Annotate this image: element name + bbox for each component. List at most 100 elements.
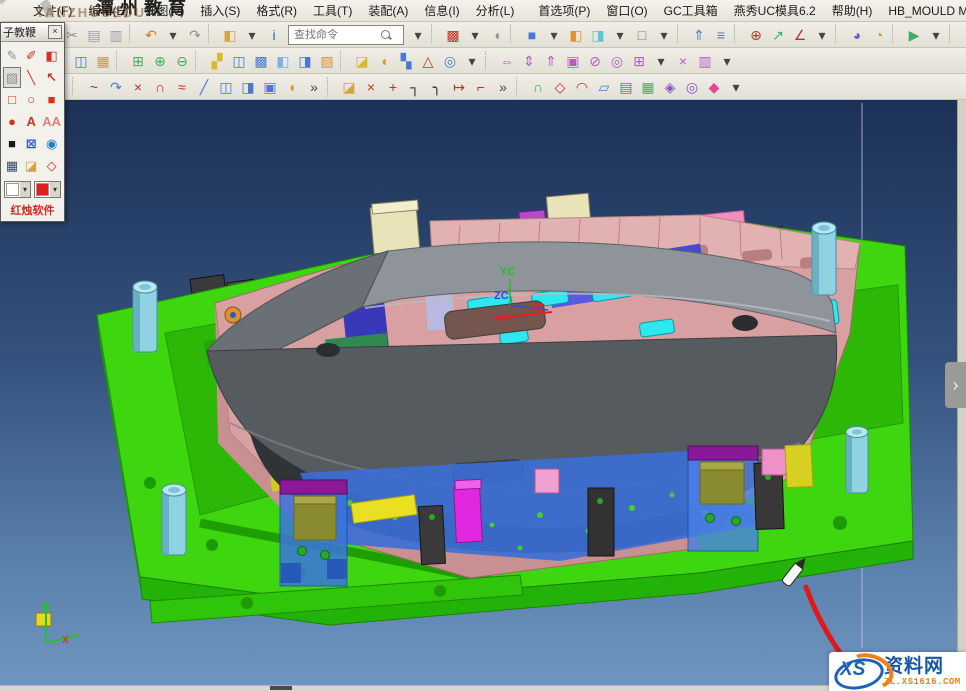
resize-blend-button[interactable]: ◎ xyxy=(606,50,628,72)
replace-face-button[interactable]: ▣ xyxy=(562,50,584,72)
open-recent-dropdown[interactable]: ▾ xyxy=(241,24,263,46)
move-face-button[interactable]: ⇔ xyxy=(496,50,518,72)
blackboard-tool[interactable]: ■ xyxy=(3,133,21,154)
search-icon[interactable] xyxy=(380,29,392,41)
delete-face-button[interactable]: ⊘ xyxy=(584,50,606,72)
wcs-orient-button[interactable]: ∠ xyxy=(789,24,811,46)
offset-curve-button[interactable]: ≈ xyxy=(171,76,193,98)
fill-color-select[interactable]: ▾ xyxy=(34,181,61,198)
bridge-surface-button[interactable]: ∩ xyxy=(527,76,549,98)
appearance-button[interactable]: ◔ xyxy=(868,24,890,46)
pencil-tool[interactable]: ✎ xyxy=(3,45,21,66)
subtract-button[interactable]: ⊖ xyxy=(171,50,193,72)
fit-dropdown[interactable]: ▾ xyxy=(464,24,486,46)
close-icon[interactable]: × xyxy=(48,25,62,39)
slider-unit-right[interactable] xyxy=(688,446,758,551)
shaded-view-dropdown[interactable]: ▾ xyxy=(543,24,565,46)
ruled-button[interactable]: ▱ xyxy=(593,76,615,98)
studio-spline-button[interactable]: ~ xyxy=(83,76,105,98)
shaded-view-button[interactable]: ■ xyxy=(521,24,543,46)
magnifier-tool[interactable]: ◉ xyxy=(41,133,62,154)
offset-region-button[interactable]: ⇑ xyxy=(540,50,562,72)
extract-curve-button[interactable]: ◪ xyxy=(338,76,360,98)
mold-dropdown[interactable]: ▾ xyxy=(461,50,483,72)
law-extension-button[interactable]: ╱ xyxy=(193,76,215,98)
face-dropdown[interactable]: ▾ xyxy=(716,50,738,72)
menu-assemblies[interactable]: 装配(A) xyxy=(361,0,415,21)
menu-view[interactable]: 视图(V) xyxy=(137,0,191,21)
save-annotation-tool[interactable]: ▦ xyxy=(3,155,21,176)
section-surface-button[interactable]: ◨ xyxy=(237,76,259,98)
trim-mold-button[interactable]: ◧ xyxy=(272,50,294,72)
parting-navigator-button[interactable]: ▩ xyxy=(250,50,272,72)
chamfer-curve-button[interactable]: ╮ xyxy=(426,76,448,98)
undo-button[interactable]: ↶ xyxy=(140,24,162,46)
rect-tool[interactable]: □ xyxy=(3,89,21,110)
redo-button[interactable]: ↷ xyxy=(184,24,206,46)
menu-analysis[interactable]: 分析(L) xyxy=(469,0,522,21)
paste-button[interactable]: ▥ xyxy=(105,24,127,46)
trim-curve-button[interactable]: × xyxy=(360,76,382,98)
resource-bar-expand-tab[interactable]: › xyxy=(945,362,966,408)
3d-viewport[interactable]: YC ZC XC X xyxy=(0,100,966,686)
pen-tool[interactable]: ✐ xyxy=(22,45,40,66)
menu-gc-toolbox[interactable]: GC工具箱 xyxy=(657,0,725,21)
thicken-button[interactable]: ▣ xyxy=(259,76,281,98)
text-tool[interactable]: A xyxy=(22,111,40,132)
pocket-tool-button[interactable]: ⊞ xyxy=(127,50,149,72)
outline-text-tool[interactable]: AA xyxy=(41,111,62,132)
parting-surface-button[interactable]: ◪ xyxy=(351,50,373,72)
paste-face-button[interactable]: ▥ xyxy=(694,50,716,72)
swept-button[interactable]: ◠ xyxy=(571,76,593,98)
menu-file[interactable]: 文件(F) xyxy=(26,0,79,21)
play-dropdown[interactable]: ▾ xyxy=(925,24,947,46)
through-curves-button[interactable]: ◫ xyxy=(215,76,237,98)
through-mesh-button[interactable]: ▤ xyxy=(615,76,637,98)
annotation-palette[interactable]: 子教鞭 × ✎ ✐ ◧ ▨ xyxy=(0,22,65,222)
parting-lines-button[interactable]: ▞ xyxy=(206,50,228,72)
divide-curve-button[interactable]: + xyxy=(382,76,404,98)
menu-help[interactable]: 帮助(H) xyxy=(825,0,880,21)
wcs-save-button[interactable]: ⊕ xyxy=(745,24,767,46)
slider-unit-left[interactable] xyxy=(280,480,347,586)
guide-extension-button[interactable]: ◖ xyxy=(373,50,395,72)
pipe-button[interactable]: ◖ xyxy=(281,76,303,98)
clip-section-button[interactable]: ◧ xyxy=(565,24,587,46)
fillet-curve-button[interactable]: ┐ xyxy=(404,76,426,98)
overflow-chevron[interactable]: » xyxy=(492,76,514,98)
extend-curve-button[interactable]: ↦ xyxy=(448,76,470,98)
open-recent-button[interactable]: ◧ xyxy=(219,24,241,46)
cavity-layout-button[interactable]: ▦ xyxy=(92,50,114,72)
filled-ellipse-tool[interactable]: ● xyxy=(3,111,21,132)
wcs-dropdown[interactable]: ▾ xyxy=(811,24,833,46)
background-button[interactable]: □ xyxy=(631,24,653,46)
screen-hide-tool[interactable]: ⊠ xyxy=(22,133,40,154)
play-animation-button[interactable]: ▶ xyxy=(903,24,925,46)
workpiece-button[interactable]: ◫ xyxy=(70,50,92,72)
cone-surface-button[interactable]: △ xyxy=(417,50,439,72)
copy-face-button[interactable]: ⊞ xyxy=(628,50,650,72)
wcs-dynamics-button[interactable]: ↗ xyxy=(767,24,789,46)
line-tool[interactable]: ╲ xyxy=(22,67,40,88)
menu-window[interactable]: 窗口(O) xyxy=(599,0,654,21)
view-section-button[interactable]: ◨ xyxy=(587,24,609,46)
command-finder-searchbox[interactable] xyxy=(288,25,404,45)
fill-tool[interactable]: ◧ xyxy=(41,45,62,66)
surface-dropdown[interactable]: ▾ xyxy=(725,76,747,98)
cut-face-button[interactable]: × xyxy=(672,50,694,72)
menu-format[interactable]: 格式(R) xyxy=(249,0,304,21)
core-cavity-button[interactable]: ▨ xyxy=(316,50,338,72)
face-blend-button[interactable]: ◆ xyxy=(703,76,725,98)
filled-rect-tool[interactable]: ■ xyxy=(41,89,62,110)
mesh-surface-button[interactable]: ▦ xyxy=(637,76,659,98)
palette-titlebar[interactable]: 子教鞭 × xyxy=(1,23,64,42)
menu-preferences[interactable]: 首选项(P) xyxy=(531,0,597,21)
menu-edit[interactable]: 编辑(E) xyxy=(81,0,135,21)
edit-object-display-button[interactable]: ◕ xyxy=(846,24,868,46)
undo-dropdown[interactable]: ▾ xyxy=(162,24,184,46)
sphere-surface-button[interactable]: ◎ xyxy=(439,50,461,72)
patch-surface-button[interactable]: ◨ xyxy=(294,50,316,72)
ellipse-tool[interactable]: ○ xyxy=(22,89,40,110)
pen-color-select[interactable]: ▾ xyxy=(4,181,31,198)
background-dropdown[interactable]: ▾ xyxy=(653,24,675,46)
